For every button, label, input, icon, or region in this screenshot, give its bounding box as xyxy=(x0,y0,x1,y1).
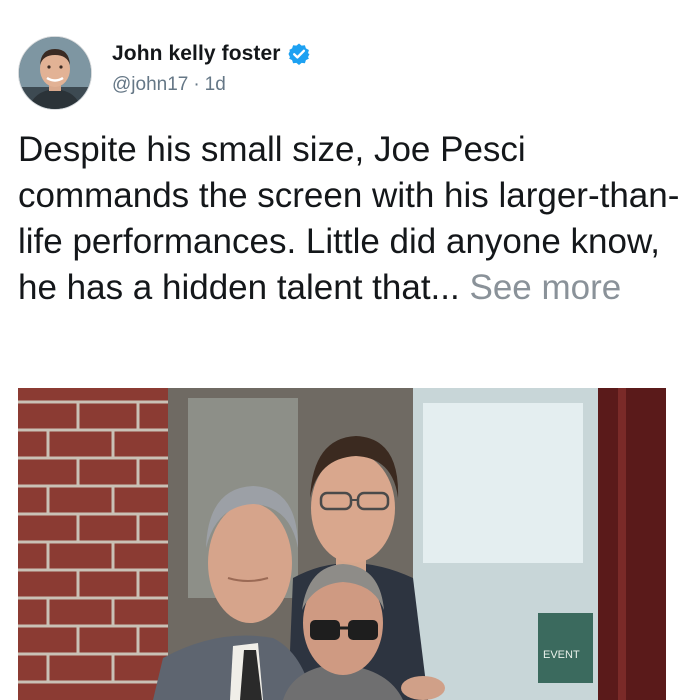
post-header: John kelly foster @john17 · 1d xyxy=(18,36,678,112)
avatar[interactable] xyxy=(18,36,92,110)
post-image[interactable]: EVENT xyxy=(18,388,666,700)
author-block: John kelly foster @john17 · 1d xyxy=(112,40,311,96)
post-card: John kelly foster @john17 · 1d Despite h… xyxy=(0,0,700,700)
verified-check-icon xyxy=(287,42,311,66)
sign-text: EVENT xyxy=(543,649,580,661)
post-text: Despite his small size, Joe Pesci comman… xyxy=(18,127,688,311)
meta-separator: · xyxy=(193,74,200,95)
see-more-link[interactable]: See more xyxy=(469,268,621,307)
author-name[interactable]: John kelly foster xyxy=(112,42,281,66)
post-meta: @john17 · 1d xyxy=(112,74,311,96)
post-timestamp[interactable]: 1d xyxy=(205,74,226,96)
author-handle[interactable]: @john17 xyxy=(112,74,188,96)
